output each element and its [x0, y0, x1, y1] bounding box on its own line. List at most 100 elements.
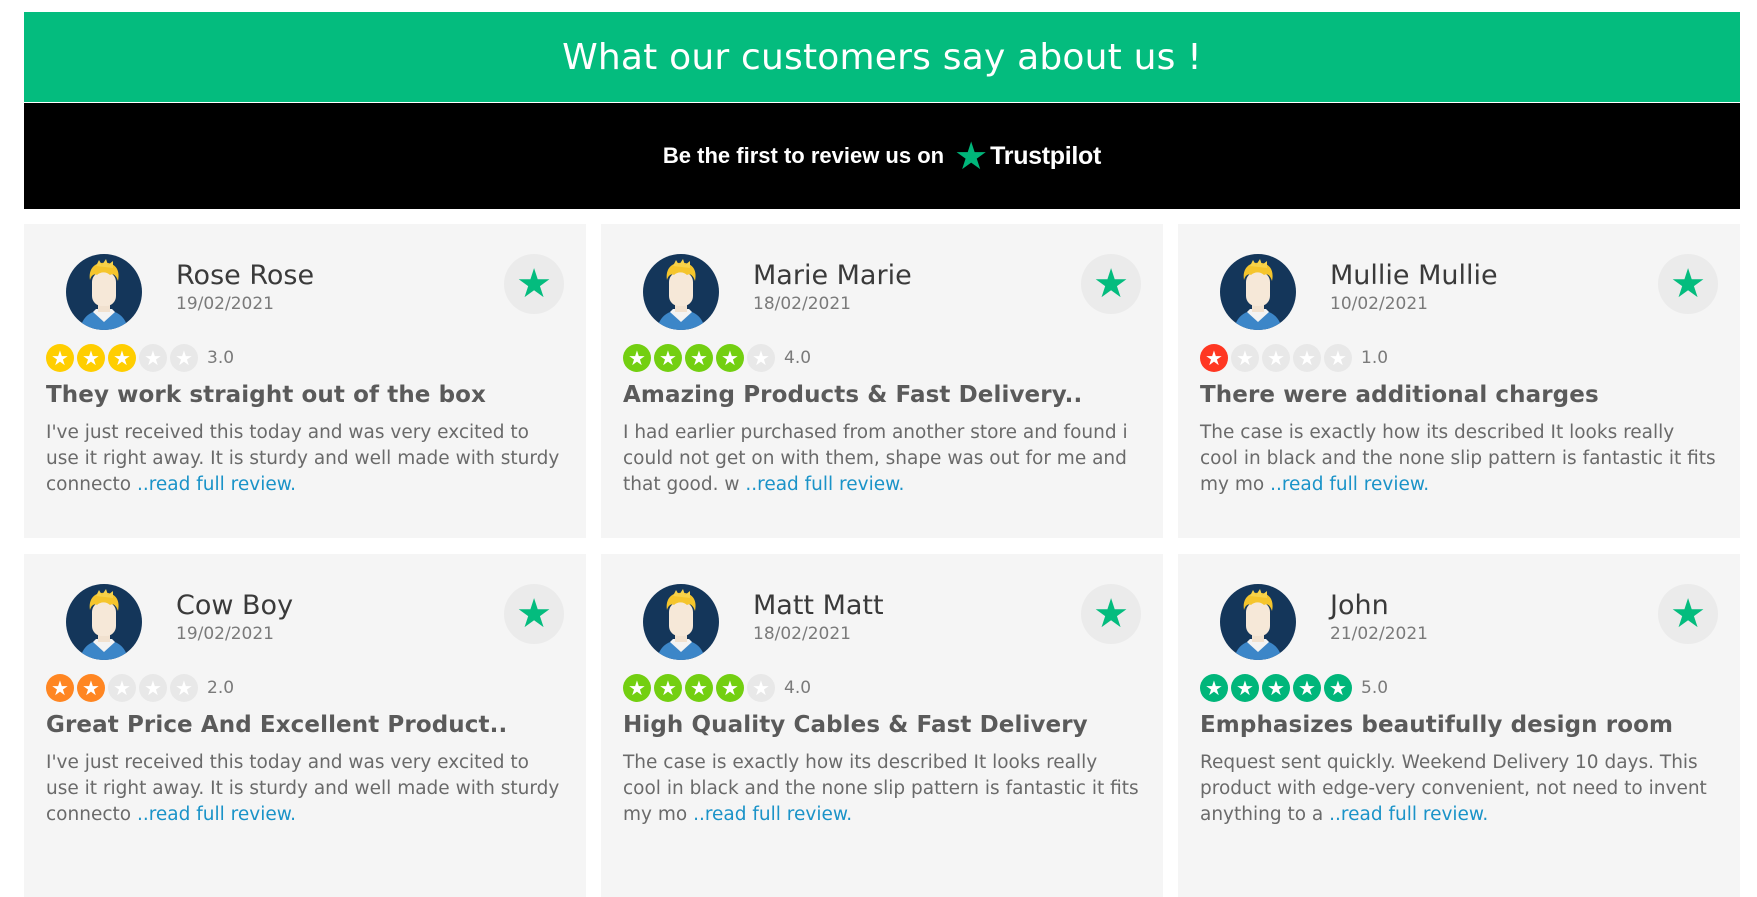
rating-star-icon: ★ [716, 674, 744, 702]
read-full-review-link[interactable]: ..read full review. [137, 804, 296, 825]
avatar [643, 584, 719, 660]
trustpilot-badge-icon: ★ [504, 254, 564, 314]
read-full-review-link[interactable]: ..read full review. [1270, 474, 1429, 495]
rating-star-icon: ★ [46, 344, 74, 372]
rating-star-icon: ★ [139, 674, 167, 702]
star-rating: ★ ★ ★ ★ ★ 4.0 [623, 344, 1141, 372]
widget-title: What our customers say about us ! [562, 36, 1202, 78]
reviewer-info: John 21/02/2021 [1330, 590, 1428, 644]
review-date: 19/02/2021 [176, 624, 274, 644]
rating-star-icon: ★ [1262, 344, 1290, 372]
review-title: Great Price And Excellent Product.. [46, 712, 508, 738]
user-avatar-icon [1234, 589, 1282, 660]
reviewer-info: Rose Rose 19/02/2021 [176, 260, 314, 314]
trustpilot-logo[interactable]: ★ Trustpilot [954, 137, 1101, 175]
trustpilot-prompt: Be the first to review us on [662, 143, 945, 168]
reviewer-info: Marie Marie 18/02/2021 [753, 260, 912, 314]
review-card: Mullie Mullie 10/02/2021 ★ ★ ★ ★ ★ ★ 1.0… [1178, 224, 1740, 538]
avatar [1220, 584, 1296, 660]
review-header: Mullie Mullie 10/02/2021 [1200, 254, 1718, 330]
review-title: They work straight out of the box [46, 382, 486, 408]
rating-score: 4.0 [784, 348, 812, 368]
avatar [66, 584, 142, 660]
review-body: The case is exactly how its described It… [623, 750, 1141, 828]
read-full-review-link[interactable]: ..read full review. [1329, 804, 1488, 825]
review-title: There were additional charges [1200, 382, 1599, 408]
rating-star-icon: ★ [1293, 674, 1321, 702]
rating-star-icon: ★ [108, 674, 136, 702]
review-date: 10/02/2021 [1330, 294, 1428, 314]
rating-star-icon: ★ [1200, 674, 1228, 702]
rating-star-icon: ★ [1262, 674, 1290, 702]
review-body: I've just received this today and was ve… [46, 750, 564, 828]
rating-star-icon: ★ [685, 344, 713, 372]
reviewer-name: Cow Boy [176, 590, 294, 621]
reviewer-name: Rose Rose [176, 260, 315, 291]
rating-star-icon: ★ [1324, 344, 1352, 372]
review-title: High Quality Cables & Fast Delivery [623, 712, 1088, 738]
reviewer-name: John [1330, 590, 1389, 621]
review-body: I've just received this today and was ve… [46, 420, 564, 498]
rating-star-icon: ★ [1231, 344, 1259, 372]
reviewer-name: Marie Marie [753, 260, 912, 291]
review-text: I've just received this today and was ve… [46, 752, 560, 825]
review-date: 18/02/2021 [753, 294, 851, 314]
rating-star-icon: ★ [46, 674, 74, 702]
rating-score: 1.0 [1361, 348, 1389, 368]
trustpilot-badge-icon: ★ [1081, 584, 1141, 644]
reviewer-info: Cow Boy 19/02/2021 [176, 590, 293, 644]
review-header: Cow Boy 19/02/2021 [46, 584, 564, 660]
rating-star-icon: ★ [716, 344, 744, 372]
user-avatar-icon [657, 259, 705, 330]
review-card: Marie Marie 18/02/2021 ★ ★ ★ ★ ★ ★ 4.0 A… [601, 224, 1163, 538]
rating-score: 3.0 [207, 348, 235, 368]
read-full-review-link[interactable]: ..read full review. [137, 474, 296, 495]
review-date: 19/02/2021 [176, 294, 274, 314]
read-full-review-link[interactable]: ..read full review. [693, 804, 852, 825]
star-rating: ★ ★ ★ ★ ★ 4.0 [623, 674, 1141, 702]
trustpilot-badge-icon: ★ [1081, 254, 1141, 314]
star-rating: ★ ★ ★ ★ ★ 3.0 [46, 344, 564, 372]
trustpilot-brand: Trustpilot [990, 141, 1102, 170]
avatar [643, 254, 719, 330]
review-card: John 21/02/2021 ★ ★ ★ ★ ★ ★ 5.0 Emphasiz… [1178, 554, 1740, 897]
rating-star-icon: ★ [170, 344, 198, 372]
star-rating: ★ ★ ★ ★ ★ 2.0 [46, 674, 564, 702]
read-full-review-link[interactable]: ..read full review. [745, 474, 904, 495]
rating-star-icon: ★ [623, 344, 651, 372]
review-body: Request sent quickly. Weekend Delivery 1… [1200, 750, 1718, 828]
user-avatar-icon [657, 589, 705, 660]
review-title: Amazing Products & Fast Delivery.. [623, 382, 1083, 408]
trustpilot-star-icon: ★ [954, 134, 989, 178]
review-header: Rose Rose 19/02/2021 [46, 254, 564, 330]
review-title: Emphasizes beautifully design room [1200, 712, 1674, 738]
star-rating: ★ ★ ★ ★ ★ 1.0 [1200, 344, 1718, 372]
rating-score: 4.0 [784, 678, 812, 698]
rating-score: 2.0 [207, 678, 235, 698]
avatar [1220, 254, 1296, 330]
rating-star-icon: ★ [654, 344, 682, 372]
review-header: Matt Matt 18/02/2021 [623, 584, 1141, 660]
reviews-grid: Rose Rose 19/02/2021 ★ ★ ★ ★ ★ ★ 3.0 The… [24, 224, 1740, 897]
rating-star-icon: ★ [139, 344, 167, 372]
rating-star-icon: ★ [1200, 344, 1228, 372]
reviews-widget: What our customers say about us ! Be the… [24, 12, 1740, 897]
rating-star-icon: ★ [77, 674, 105, 702]
user-avatar-icon [80, 259, 128, 330]
rating-star-icon: ★ [747, 674, 775, 702]
review-card: Cow Boy 19/02/2021 ★ ★ ★ ★ ★ ★ 2.0 Great… [24, 554, 586, 897]
rating-star-icon: ★ [1293, 344, 1321, 372]
review-text: I've just received this today and was ve… [46, 422, 560, 495]
review-header: John 21/02/2021 [1200, 584, 1718, 660]
review-date: 21/02/2021 [1330, 624, 1428, 644]
user-avatar-icon [1234, 259, 1282, 330]
widget-header: What our customers say about us ! [24, 12, 1740, 102]
review-card: Matt Matt 18/02/2021 ★ ★ ★ ★ ★ ★ 4.0 Hig… [601, 554, 1163, 897]
trustpilot-badge-icon: ★ [504, 584, 564, 644]
review-header: Marie Marie 18/02/2021 [623, 254, 1141, 330]
rating-star-icon: ★ [77, 344, 105, 372]
reviewer-name: Mullie Mullie [1330, 260, 1498, 291]
rating-score: 5.0 [1361, 678, 1389, 698]
review-card: Rose Rose 19/02/2021 ★ ★ ★ ★ ★ ★ 3.0 The… [24, 224, 586, 538]
trustpilot-banner[interactable]: Be the first to review us on ★ Trustpilo… [24, 103, 1740, 209]
